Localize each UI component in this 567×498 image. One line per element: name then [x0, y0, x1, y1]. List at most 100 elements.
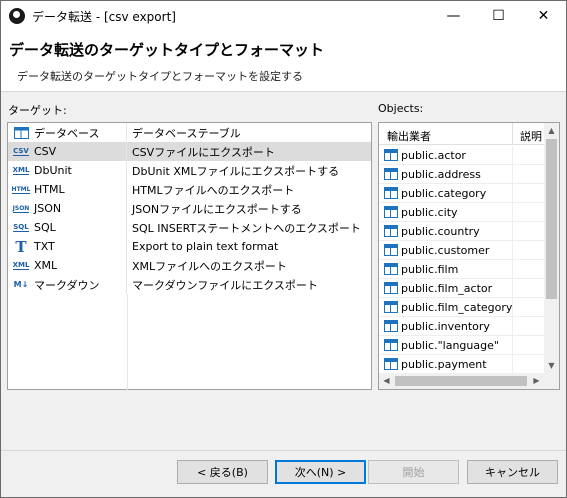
table-icon	[384, 339, 398, 351]
objects-table: 輸出業者 説明 public.actor public.address public…	[378, 122, 560, 390]
object-row[interactable]: public.film	[379, 260, 544, 279]
close-button[interactable]: ✕	[521, 1, 566, 31]
object-description-cell	[512, 184, 513, 203]
object-name: public.film	[401, 262, 459, 276]
object-description-cell	[512, 279, 513, 298]
table-icon	[384, 263, 398, 275]
scroll-thumb-horizontal[interactable]	[395, 376, 527, 386]
cancel-button[interactable]: キャンセル	[467, 460, 558, 484]
target-name: データベース	[34, 126, 100, 140]
object-row[interactable]: public.city	[379, 203, 544, 222]
scroll-left-icon[interactable]: ◀	[379, 373, 394, 388]
start-button[interactable]: 開始	[368, 460, 459, 484]
target-name: HTML	[34, 183, 65, 196]
target-name-cell: T TXT	[8, 237, 127, 256]
object-row[interactable]: public.customer	[379, 241, 544, 260]
minimize-button[interactable]: —	[431, 1, 476, 31]
object-name: public.film_actor	[401, 281, 493, 295]
button-bar-separator	[1, 450, 566, 451]
table-icon	[384, 282, 398, 294]
next-button[interactable]: 次へ(N) >	[275, 460, 366, 484]
object-row[interactable]: public.inventory	[379, 317, 544, 336]
object-name: public.actor	[401, 148, 466, 162]
table-icon	[384, 149, 398, 161]
xml-file-icon: XML	[12, 261, 30, 270]
object-row[interactable]: public.film_actor	[379, 279, 544, 298]
target-name-cell: CSV CSV	[8, 142, 127, 161]
target-row-データベース[interactable]: データベース データベーステーブル	[8, 123, 371, 142]
object-row[interactable]: public.payment	[379, 355, 544, 374]
target-row-html[interactable]: HTML HTML HTMLファイルへのエクスポート	[8, 180, 371, 199]
target-row-dbunit[interactable]: XML DbUnit DbUnit XMLファイルにエクスポートする	[8, 161, 371, 180]
window-title: データ転送 - [csv export]	[32, 9, 176, 24]
target-name-cell: XML DbUnit	[8, 161, 127, 180]
horizontal-scrollbar[interactable]: ◀ ▶	[379, 373, 544, 389]
object-name-cell: public.actor	[379, 149, 466, 162]
target-name: DbUnit	[34, 164, 72, 177]
column-divider	[127, 294, 128, 391]
object-row[interactable]: public.category	[379, 184, 544, 203]
target-description: JSONファイルにエクスポートする	[132, 202, 302, 216]
object-row[interactable]: public.country	[379, 222, 544, 241]
target-row-sql[interactable]: SQL SQL SQL INSERTステートメントへのエクスポート	[8, 218, 371, 237]
scroll-up-icon[interactable]: ▲	[544, 123, 559, 138]
csv-file-icon: CSV	[13, 147, 29, 156]
target-name-cell: データベース	[8, 123, 127, 142]
window-controls: — ☐ ✕	[431, 1, 566, 31]
object-name-cell: public.country	[379, 225, 480, 238]
data-transfer-dialog: データ転送 - [csv export] — ☐ ✕ データ転送のターゲットタイ…	[0, 0, 567, 498]
object-name-cell: public.payment	[379, 358, 487, 371]
table-icon	[384, 320, 398, 332]
object-name: public.city	[401, 205, 458, 219]
table-icon	[384, 187, 398, 199]
scroll-down-icon[interactable]: ▼	[544, 358, 559, 373]
target-description: HTMLファイルへのエクスポート	[132, 183, 295, 197]
target-name-cell: SQL SQL	[8, 218, 127, 237]
object-name: public.film_category	[401, 300, 513, 314]
back-button[interactable]: < 戻る(B)	[177, 460, 268, 484]
target-row-マークダウン[interactable]: M↓ マークダウン マークダウンファイルにエクスポート	[8, 275, 371, 294]
target-description: XMLファイルへのエクスポート	[132, 259, 287, 273]
column-header-exporter[interactable]: 輸出業者	[387, 128, 431, 144]
target-row-txt[interactable]: T TXT Export to plain text format	[8, 237, 371, 256]
target-name: XML	[34, 259, 58, 272]
json-file-icon: JSON	[12, 204, 30, 213]
object-row[interactable]: public."language"	[379, 336, 544, 355]
object-name: public.address	[401, 167, 481, 181]
target-name-cell: HTML HTML	[8, 180, 127, 199]
scroll-thumb[interactable]	[546, 139, 557, 299]
object-name-cell: public."language"	[379, 339, 499, 352]
target-name: TXT	[34, 240, 55, 253]
object-row[interactable]: public.address	[379, 165, 544, 184]
object-description-cell	[512, 298, 513, 317]
table-icon	[384, 168, 398, 180]
target-row-xml[interactable]: XML XML XMLファイルへのエクスポート	[8, 256, 371, 275]
target-name-cell: JSON JSON	[8, 199, 127, 218]
target-row-json[interactable]: JSON JSON JSONファイルにエクスポートする	[8, 199, 371, 218]
target-description: DbUnit XMLファイルにエクスポートする	[132, 164, 340, 178]
object-name: public.category	[401, 186, 487, 200]
target-description: CSVファイルにエクスポート	[132, 145, 275, 159]
object-name-cell: public.inventory	[379, 320, 490, 333]
column-header-description[interactable]: 説明	[512, 123, 544, 145]
object-name: public."language"	[401, 338, 499, 352]
objects-table-header: 輸出業者 説明	[379, 123, 544, 145]
object-row[interactable]: public.actor	[379, 146, 544, 165]
target-description: Export to plain text format	[132, 240, 279, 253]
objects-label: Objects:	[378, 102, 424, 115]
target-description: データベーステーブル	[132, 126, 241, 140]
object-description-cell	[512, 203, 513, 222]
table-icon	[384, 301, 398, 313]
database-table-icon	[13, 126, 29, 140]
object-description-cell	[512, 146, 513, 165]
object-name-cell: public.film_actor	[379, 282, 492, 295]
title-bar: データ転送 - [csv export] — ☐ ✕	[1, 1, 566, 31]
object-description-cell	[512, 336, 513, 355]
scroll-right-icon[interactable]: ▶	[529, 373, 544, 388]
page-title: データ転送のターゲットタイプとフォーマット	[9, 41, 325, 59]
maximize-button[interactable]: ☐	[476, 1, 521, 31]
target-row-csv[interactable]: CSV CSV CSVファイルにエクスポート	[8, 142, 371, 161]
vertical-scrollbar[interactable]: ▲ ▼	[544, 123, 559, 373]
target-description: マークダウンファイルにエクスポート	[132, 278, 318, 292]
object-row[interactable]: public.film_category	[379, 298, 544, 317]
